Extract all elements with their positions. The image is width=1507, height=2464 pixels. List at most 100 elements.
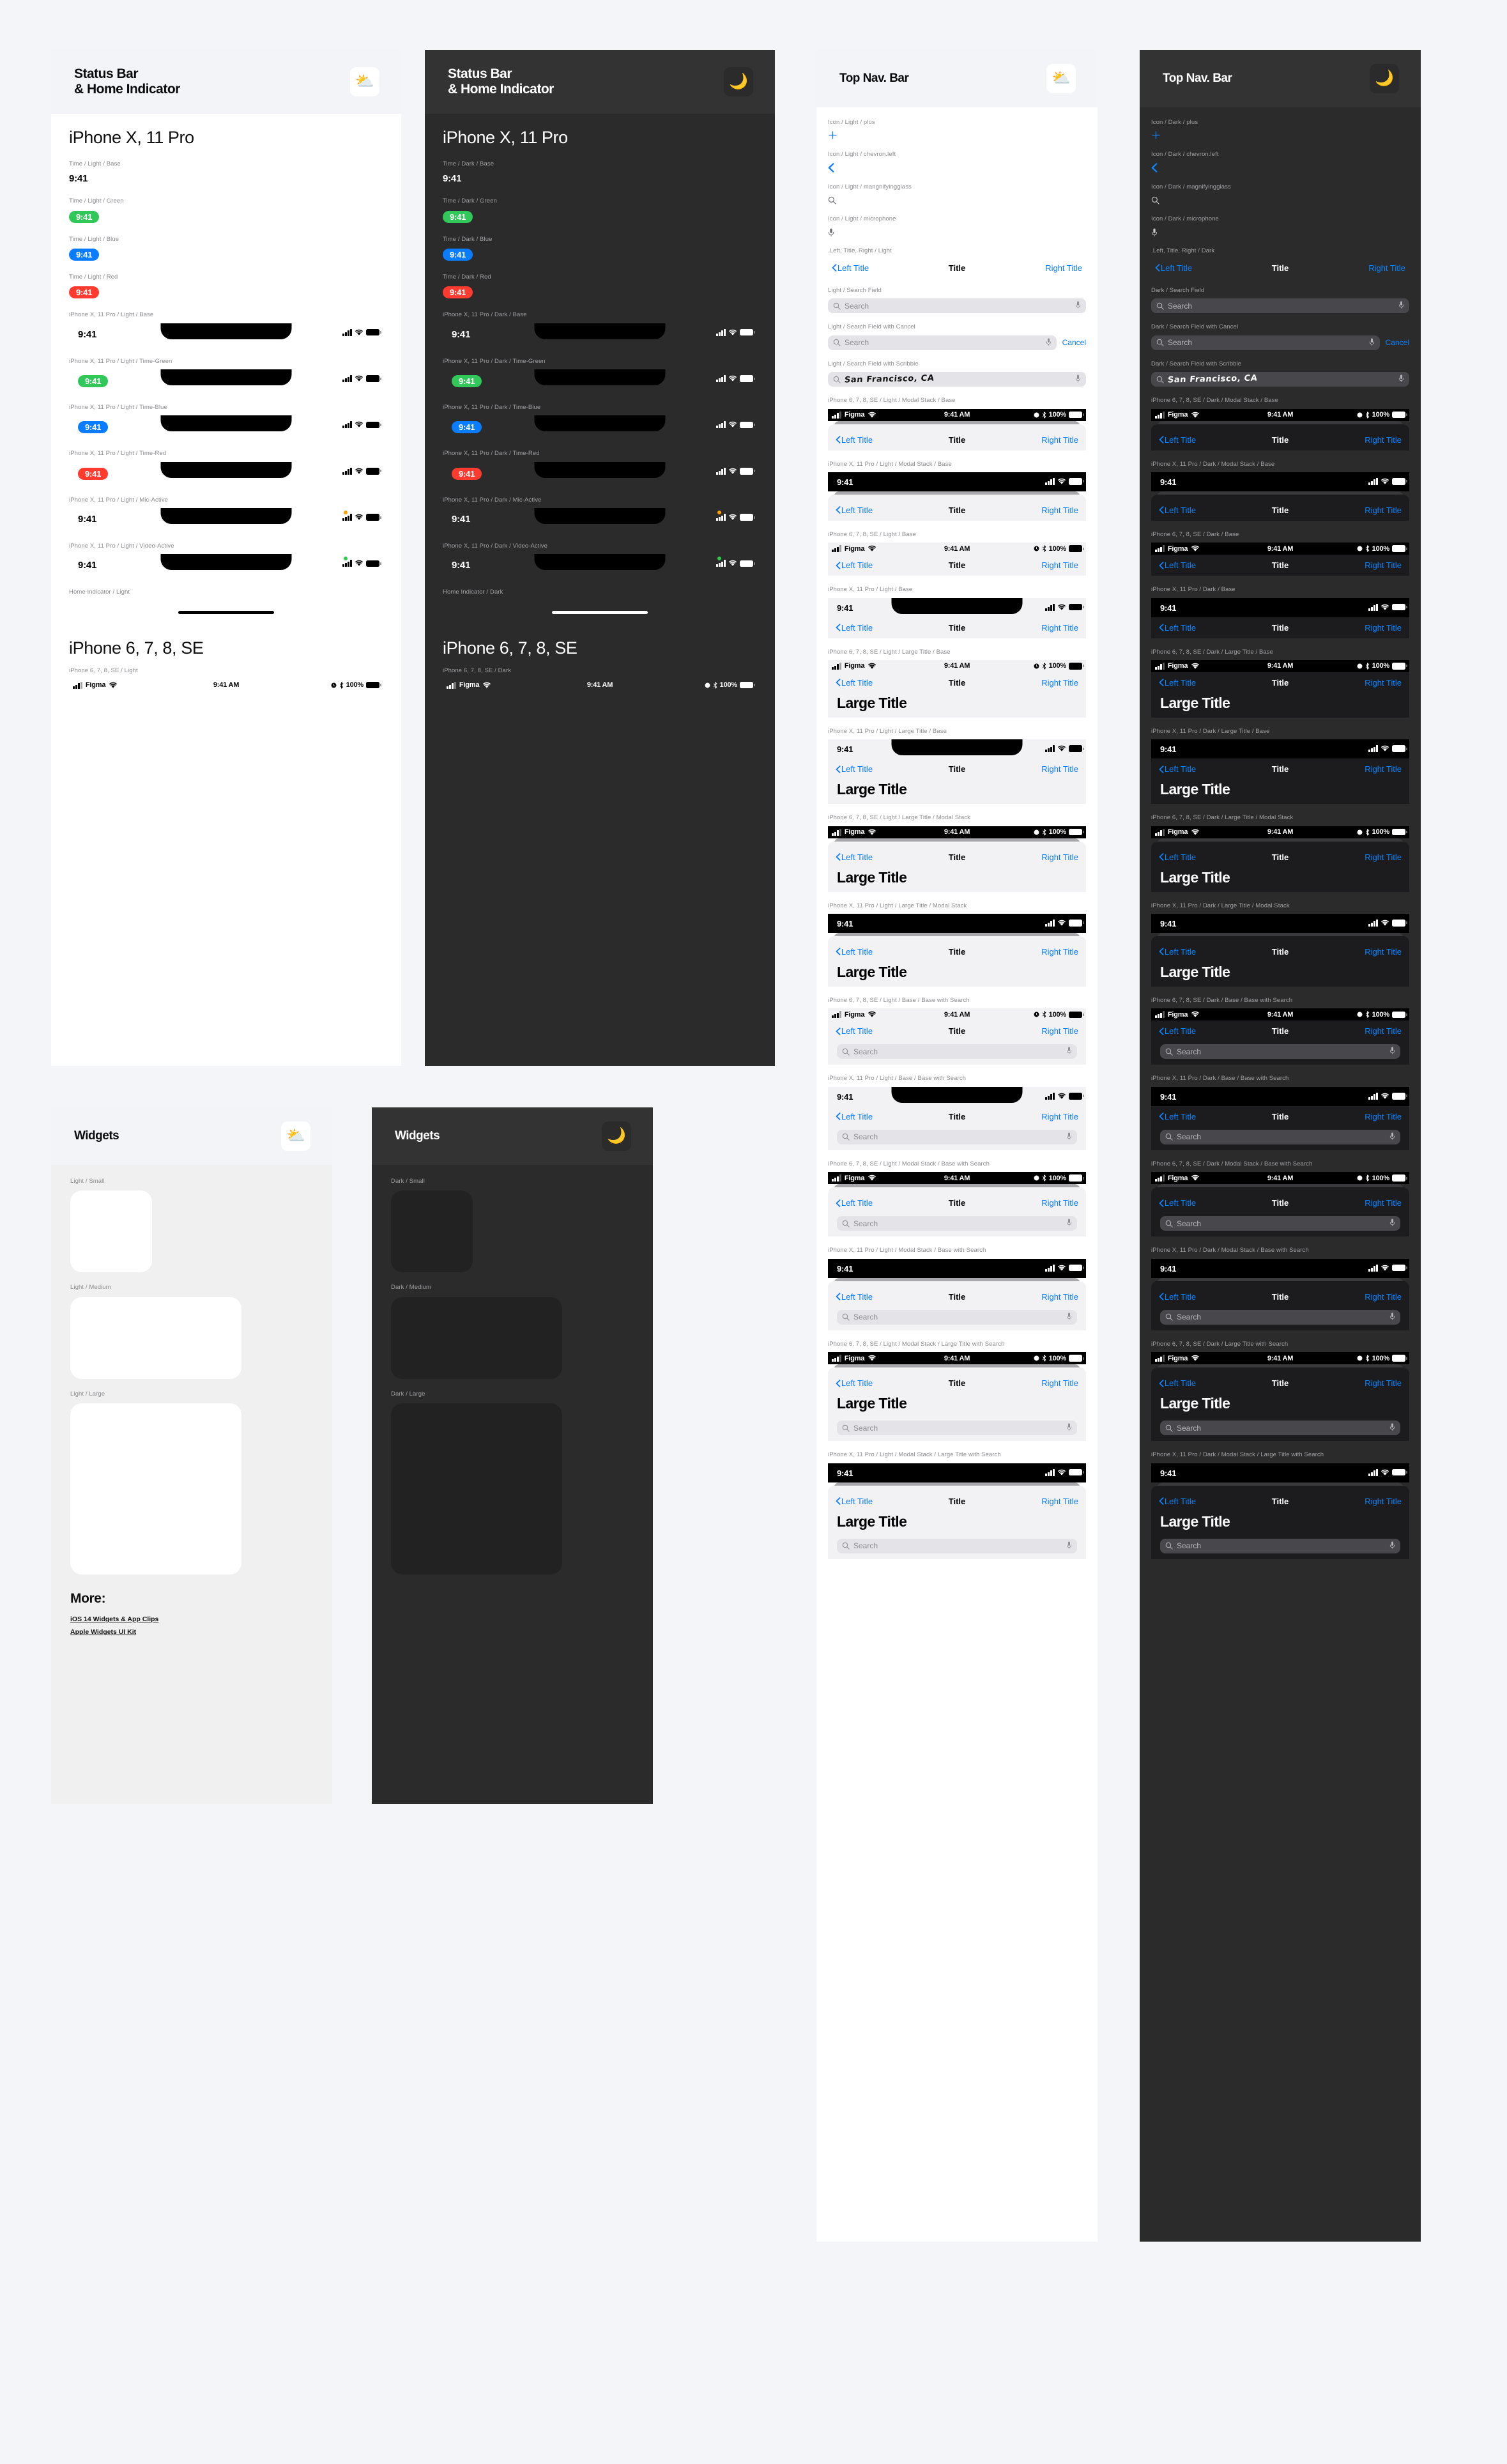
nav-back-button[interactable]: Left Title <box>1159 1026 1365 1036</box>
nav-back-button[interactable]: Left Title <box>1159 505 1365 515</box>
nav-right-button[interactable]: Right Title <box>1365 560 1402 570</box>
nav-right-button[interactable]: Right Title <box>1365 1292 1402 1302</box>
microphone-icon[interactable] <box>828 227 1086 238</box>
more-link[interactable]: Apple Widgets UI Kit <box>70 1628 313 1636</box>
magnifying-glass-icon[interactable] <box>1151 195 1409 206</box>
microphone-icon[interactable] <box>1066 1219 1072 1228</box>
nav-back-button[interactable]: Left Title <box>836 435 1041 445</box>
microphone-icon[interactable] <box>1389 1313 1395 1322</box>
plus-icon[interactable] <box>1151 130 1409 142</box>
microphone-icon[interactable] <box>1075 374 1081 384</box>
nav-right-button[interactable]: Right Title <box>1365 1497 1402 1506</box>
nav-right-button[interactable]: Right Title <box>1041 1198 1078 1208</box>
nav-back-button[interactable]: Left Title <box>836 1026 1041 1036</box>
search-field[interactable]: Search <box>1160 1044 1400 1059</box>
search-field[interactable]: Search <box>1160 1309 1400 1325</box>
microphone-icon[interactable] <box>1066 1541 1072 1551</box>
widget-placeholder[interactable] <box>391 1297 562 1379</box>
widget-placeholder[interactable] <box>70 1403 241 1575</box>
nav-right-button[interactable]: Right Title <box>1041 1378 1078 1388</box>
search-cancel-button[interactable]: Cancel <box>1062 338 1086 347</box>
microphone-icon[interactable] <box>1151 227 1409 238</box>
chevron-left-icon[interactable] <box>1151 162 1409 174</box>
search-field[interactable]: San Francisco, CA <box>1151 372 1409 387</box>
nav-right-button[interactable]: Right Title <box>1365 1026 1402 1036</box>
microphone-icon[interactable] <box>1369 338 1375 348</box>
nav-back-button[interactable]: Left Title <box>1159 947 1365 957</box>
microphone-icon[interactable] <box>1389 1047 1395 1056</box>
nav-back-button[interactable]: Left Title <box>1159 435 1365 445</box>
nav-back-button[interactable]: Left Title <box>836 1112 1041 1121</box>
search-field[interactable]: Search <box>837 1309 1077 1325</box>
nav-right-button[interactable]: Right Title <box>1365 1378 1402 1388</box>
nav-right-button[interactable]: Right Title <box>1041 678 1078 688</box>
nav-right-button[interactable]: Right Title <box>1368 263 1405 273</box>
nav-back-button[interactable]: Left Title <box>1159 1112 1365 1121</box>
microphone-icon[interactable] <box>1398 301 1404 311</box>
microphone-icon[interactable] <box>1398 374 1404 384</box>
search-field[interactable]: Search <box>837 1538 1077 1553</box>
widget-placeholder[interactable] <box>391 1190 473 1273</box>
nav-back-button[interactable]: Left Title <box>836 1378 1041 1388</box>
nav-right-button[interactable]: Right Title <box>1365 505 1402 515</box>
microphone-icon[interactable] <box>1389 1219 1395 1228</box>
nav-back-button[interactable]: Left Title <box>836 505 1041 515</box>
search-field[interactable]: Search <box>837 1044 1077 1059</box>
nav-right-button[interactable]: Right Title <box>1041 764 1078 774</box>
search-field[interactable]: San Francisco, CA <box>828 372 1086 387</box>
widget-placeholder[interactable] <box>70 1190 152 1273</box>
search-field[interactable]: Search <box>1151 335 1380 350</box>
nav-right-button[interactable]: Right Title <box>1041 852 1078 862</box>
nav-back-button[interactable]: Left Title <box>1159 623 1365 633</box>
nav-right-button[interactable]: Right Title <box>1365 1112 1402 1121</box>
microphone-icon[interactable] <box>1389 1132 1395 1142</box>
nav-right-button[interactable]: Right Title <box>1365 764 1402 774</box>
nav-right-button[interactable]: Right Title <box>1365 623 1402 633</box>
nav-back-button[interactable]: Left Title <box>836 678 1041 688</box>
search-field[interactable]: Search <box>1160 1538 1400 1553</box>
nav-back-button[interactable]: Left Title <box>1159 1378 1365 1388</box>
search-field[interactable]: Search <box>1160 1216 1400 1231</box>
magnifying-glass-icon[interactable] <box>828 195 1086 206</box>
nav-back-button[interactable]: Left Title <box>1159 852 1365 862</box>
search-field[interactable]: Search <box>837 1216 1077 1231</box>
nav-back-button[interactable]: Left Title <box>1159 1292 1365 1302</box>
microphone-icon[interactable] <box>1066 1313 1072 1322</box>
nav-right-button[interactable]: Right Title <box>1365 852 1402 862</box>
nav-back-button[interactable]: Left Title <box>1159 678 1365 688</box>
search-field[interactable]: Search <box>837 1129 1077 1144</box>
microphone-icon[interactable] <box>1389 1423 1395 1433</box>
nav-back-button[interactable]: Left Title <box>1159 1198 1365 1208</box>
nav-back-button[interactable]: Left Title <box>836 947 1041 957</box>
nav-back-button[interactable]: Left Title <box>1159 1497 1365 1506</box>
nav-back-button[interactable]: Left Title <box>836 1497 1041 1506</box>
nav-right-button[interactable]: Right Title <box>1041 1112 1078 1121</box>
microphone-icon[interactable] <box>1066 1047 1072 1056</box>
microphone-icon[interactable] <box>1066 1423 1072 1433</box>
nav-right-button[interactable]: Right Title <box>1365 947 1402 957</box>
search-field[interactable]: Search <box>828 298 1086 314</box>
microphone-icon[interactable] <box>1389 1541 1395 1551</box>
widget-placeholder[interactable] <box>70 1297 241 1379</box>
more-link[interactable]: iOS 14 Widgets & App Clips <box>70 1615 313 1623</box>
search-field[interactable]: Search <box>837 1421 1077 1436</box>
search-field[interactable]: Search <box>1160 1421 1400 1436</box>
microphone-icon[interactable] <box>1046 338 1052 348</box>
nav-right-button[interactable]: Right Title <box>1045 263 1082 273</box>
nav-right-button[interactable]: Right Title <box>1041 1497 1078 1506</box>
nav-right-button[interactable]: Right Title <box>1041 435 1078 445</box>
search-field[interactable]: Search <box>828 335 1057 350</box>
search-field[interactable]: Search <box>1160 1129 1400 1144</box>
nav-right-button[interactable]: Right Title <box>1041 1026 1078 1036</box>
microphone-icon[interactable] <box>1066 1132 1072 1142</box>
nav-back-button[interactable]: Left Title <box>836 1292 1041 1302</box>
widget-placeholder[interactable] <box>391 1403 562 1575</box>
nav-back-button[interactable]: Left Title <box>1159 764 1365 774</box>
nav-back-button[interactable]: Left Title <box>1155 263 1368 273</box>
plus-icon[interactable] <box>828 130 1086 142</box>
nav-right-button[interactable]: Right Title <box>1041 560 1078 570</box>
chevron-left-icon[interactable] <box>828 162 1086 174</box>
nav-back-button[interactable]: Left Title <box>836 623 1041 633</box>
nav-right-button[interactable]: Right Title <box>1041 505 1078 515</box>
nav-right-button[interactable]: Right Title <box>1041 1292 1078 1302</box>
